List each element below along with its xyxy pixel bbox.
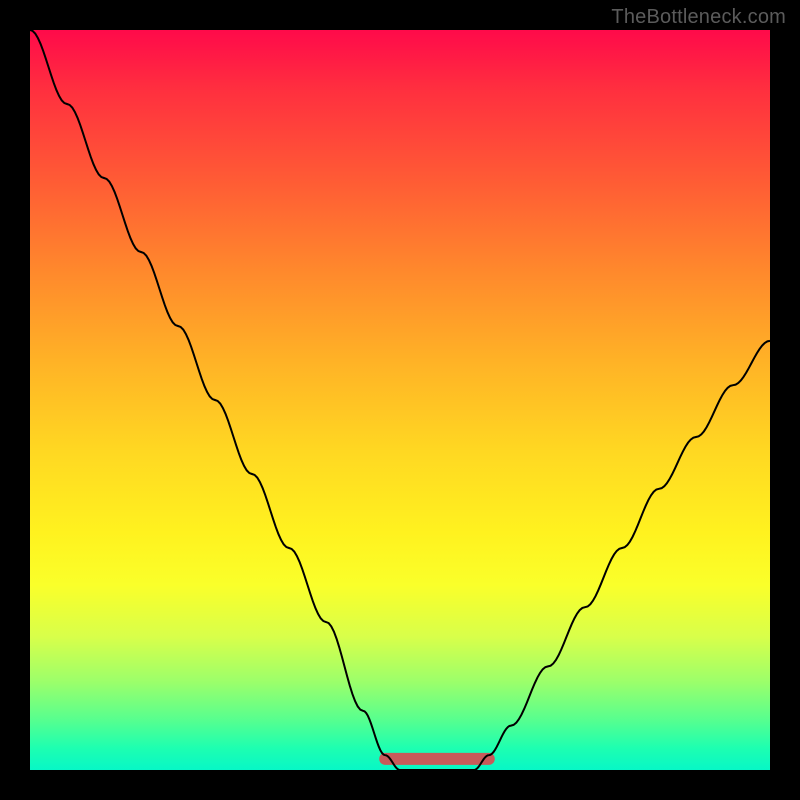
watermark-text: TheBottleneck.com [611,6,786,29]
chart-svg [30,30,770,770]
bottleneck-curve [30,30,770,770]
chart-frame: TheBottleneck.com [0,0,800,800]
plot-area [30,30,770,770]
